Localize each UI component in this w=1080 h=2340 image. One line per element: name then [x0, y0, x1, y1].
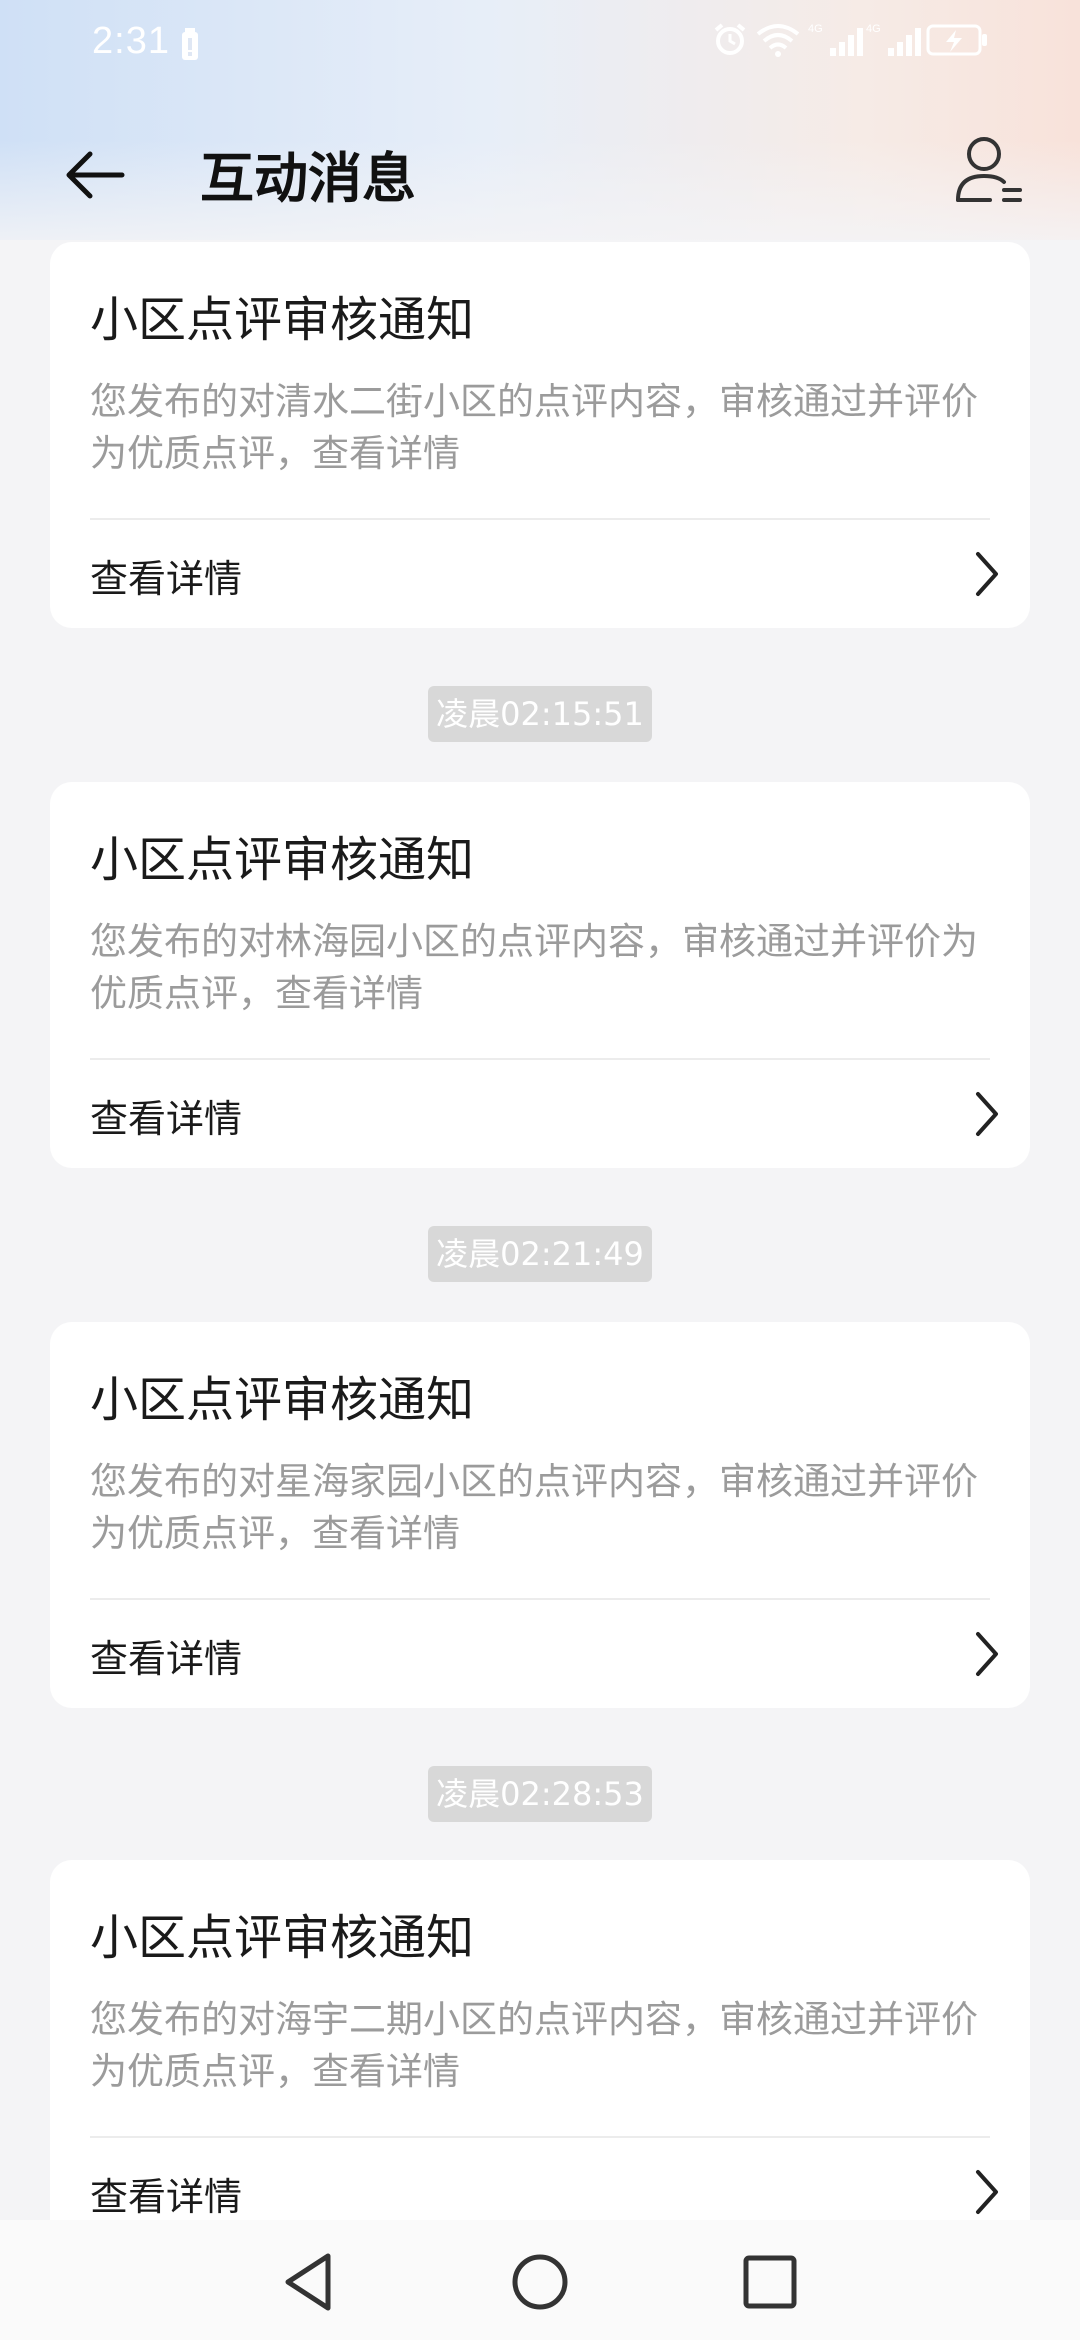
message-timestamp: 凌晨02:21:49: [428, 1226, 652, 1282]
message-title: 小区点评审核通知: [90, 292, 475, 348]
back-button[interactable]: [52, 130, 142, 220]
message-body: 您发布的对海宇二期小区的点评内容，审核通过并评价为优质点评，查看详情: [90, 1998, 978, 2093]
view-details-link[interactable]: 查看详情: [50, 1060, 1030, 1168]
square-recent-icon: [743, 2255, 797, 2309]
view-details-label: 查看详情: [90, 557, 243, 601]
user-list-icon: [956, 137, 1022, 202]
page-title: 互动消息: [200, 147, 416, 210]
message-body: 您发布的对林海园小区的点评内容，审核通过并评价为优质点评，查看详情: [90, 920, 978, 1015]
wifi-icon: [756, 22, 800, 62]
message-card: 小区点评审核通知 您发布的对清水二街小区的点评内容，审核通过并评价为优质点评，查…: [50, 242, 1030, 628]
message-body: 您发布的对星海家园小区的点评内容，审核通过并评价为优质点评，查看详情: [90, 1460, 978, 1555]
message-title: 小区点评审核通知: [90, 1372, 475, 1428]
chevron-right-icon: [976, 1092, 998, 1136]
message-title: 小区点评审核通知: [90, 832, 475, 888]
triangle-back-icon: [285, 2253, 331, 2311]
nav-back-button[interactable]: [270, 2242, 350, 2322]
signal-4g-sim1-icon: 4G: [808, 22, 868, 62]
message-timestamp: 凌晨02:28:53: [428, 1766, 652, 1822]
message-title: 小区点评审核通知: [90, 1910, 475, 1966]
system-nav-bar: [0, 2220, 1080, 2340]
status-time: 2:31: [92, 20, 170, 62]
battery-charging-icon: [926, 22, 988, 62]
nav-recent-button[interactable]: [730, 2242, 810, 2322]
chevron-right-icon: [976, 1632, 998, 1676]
svg-text:4G: 4G: [808, 23, 823, 35]
signal-4g-sim2-icon: 4G: [866, 22, 926, 62]
view-details-label: 查看详情: [90, 1097, 243, 1141]
svg-text:4G: 4G: [866, 23, 881, 35]
view-details-link[interactable]: 查看详情: [50, 520, 1030, 628]
chevron-right-icon: [976, 2170, 998, 2214]
arrow-left-icon: [66, 151, 125, 199]
chevron-right-icon: [976, 552, 998, 596]
alarm-icon: [712, 22, 748, 62]
message-body: 您发布的对清水二街小区的点评内容，审核通过并评价为优质点评，查看详情: [90, 380, 978, 475]
profile-button[interactable]: [950, 130, 1030, 210]
view-details-link[interactable]: 查看详情: [50, 1600, 1030, 1708]
message-card: 小区点评审核通知 您发布的对林海园小区的点评内容，审核通过并评价为优质点评，查看…: [50, 782, 1030, 1168]
battery-saver-icon: [180, 28, 200, 64]
message-timestamp: 凌晨02:15:51: [428, 686, 652, 742]
message-card: 小区点评审核通知 您发布的对星海家园小区的点评内容，审核通过并评价为优质点评，查…: [50, 1322, 1030, 1708]
view-details-label: 查看详情: [90, 1637, 243, 1681]
status-bar: 2:31 4G 4G: [0, 0, 1080, 88]
message-card: 小区点评审核通知 您发布的对海宇二期小区的点评内容，审核通过并评价为优质点评，查…: [50, 1860, 1030, 2246]
app-header: 互动消息: [0, 110, 1080, 230]
circle-home-icon: [512, 2254, 568, 2310]
nav-home-button[interactable]: [500, 2242, 580, 2322]
view-details-label: 查看详情: [90, 2175, 243, 2219]
